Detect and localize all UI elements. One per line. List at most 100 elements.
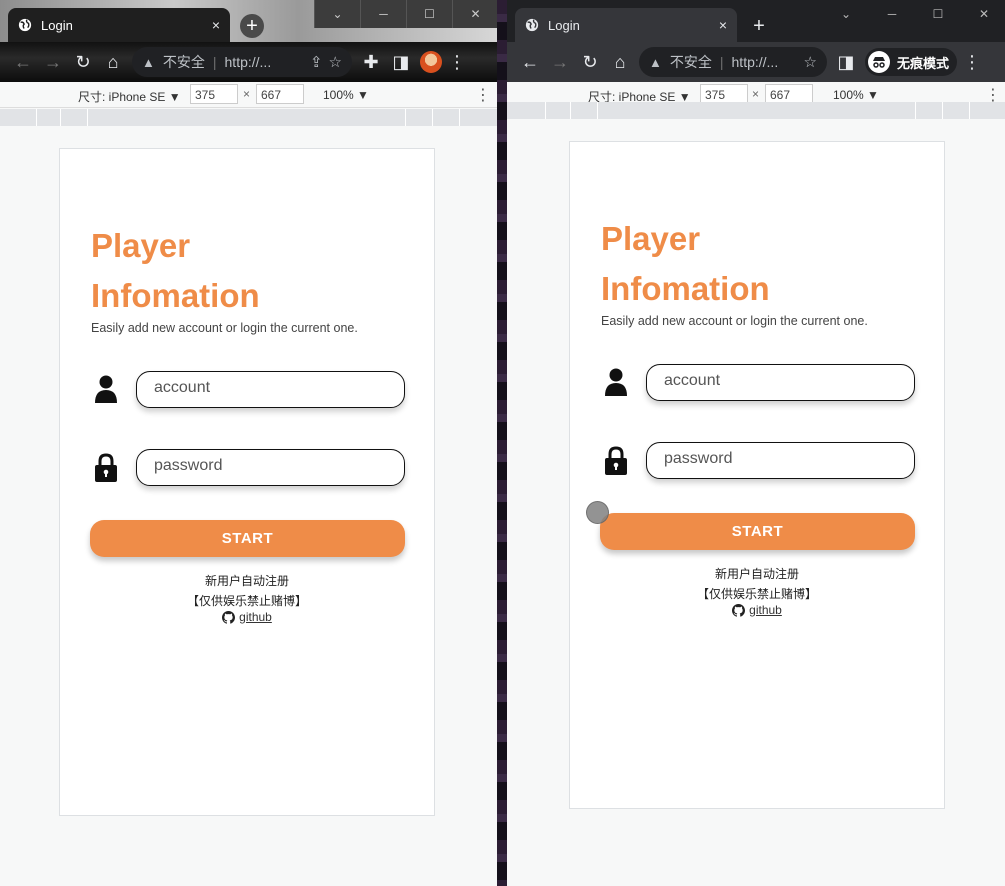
width-input[interactable]: 375 <box>700 84 748 104</box>
warning-icon: ▲ <box>649 54 662 70</box>
bookmark-star-icon[interactable]: ☆ <box>329 53 342 71</box>
title-line-2: Infomation <box>601 270 770 307</box>
device-toolbar: 尺寸: iPhone SE ▼ 375 × 667 100% ▼ ⋮ <box>0 82 497 108</box>
chevron-down-icon[interactable]: ⌄ <box>314 0 360 28</box>
zoom-select[interactable]: 100% ▼ <box>323 88 369 102</box>
times-sign: × <box>243 87 251 101</box>
incognito-badge[interactable]: 无痕模式 <box>865 48 958 76</box>
new-tab-button[interactable]: + <box>747 14 771 38</box>
incognito-label: 无痕模式 <box>897 55 950 71</box>
password-input[interactable]: password <box>646 442 915 479</box>
address-bar[interactable]: ▲ 不安全 | http://... ⇪ ☆ <box>132 47 352 77</box>
device-select[interactable]: 尺寸: iPhone SE ▼ <box>78 88 181 105</box>
browser-tab[interactable]: Login × <box>8 8 230 42</box>
account-input[interactable]: account <box>646 364 915 401</box>
address-bar[interactable]: ▲ 不安全 | http://... ☆ <box>639 47 827 77</box>
times-sign: × <box>752 87 760 101</box>
minimize-icon[interactable]: ─ <box>360 0 406 28</box>
auto-register-text: 新用户自动注册 <box>714 567 799 581</box>
account-input[interactable]: account <box>136 371 405 408</box>
browser-window-left: Login × + ⌄ ─ ☐ ✕ ← → ↻ ⌂ ▲ 不安全 | http:/… <box>0 0 497 886</box>
chevron-down-icon[interactable]: ⌄ <box>823 0 869 28</box>
github-link[interactable]: github <box>239 610 272 624</box>
media-query-ruler[interactable] <box>0 109 497 126</box>
github-icon <box>732 603 746 617</box>
tab-close-icon[interactable]: × <box>212 18 220 32</box>
zoom-select[interactable]: 100% ▼ <box>833 88 879 102</box>
device-viewport: Player Infomation Easily add new account… <box>0 126 497 886</box>
sidepanel-icon[interactable]: ◨ <box>386 47 416 77</box>
url-text: http://... <box>224 54 272 70</box>
password-input[interactable]: password <box>136 449 405 486</box>
user-icon <box>605 368 627 396</box>
login-card: Player Infomation Easily add new account… <box>569 141 945 809</box>
home-icon[interactable]: ⌂ <box>98 47 128 77</box>
forward-icon[interactable]: → <box>38 47 68 77</box>
browser-toolbar: ← → ↻ ⌂ ▲ 不安全 | http://... ☆ ◨ 无痕模式 ⋮ <box>507 42 1005 82</box>
page-subtitle: Easily add new account or login the curr… <box>91 321 358 335</box>
desktop-background-strip <box>497 0 507 886</box>
footer-links: 新用户自动注册 【仅供娱乐禁止赌博】 github <box>60 570 434 627</box>
start-button[interactable]: START <box>90 520 405 557</box>
maximize-icon[interactable]: ☐ <box>915 0 961 28</box>
back-icon[interactable]: ← <box>515 47 545 77</box>
menu-icon[interactable]: ⋮ <box>442 47 472 77</box>
start-button[interactable]: START <box>600 513 915 550</box>
incognito-icon <box>868 51 890 73</box>
warning-icon: ▲ <box>142 54 155 70</box>
reload-icon[interactable]: ↻ <box>68 47 98 77</box>
device-viewport: Player Infomation Easily add new account… <box>507 126 1005 886</box>
separator: | <box>719 54 724 70</box>
touch-cursor-indicator <box>586 501 609 524</box>
close-icon[interactable]: ✕ <box>452 0 497 28</box>
title-line-1: Player <box>601 220 701 257</box>
height-input[interactable]: 667 <box>765 84 813 104</box>
height-input[interactable]: 667 <box>256 84 304 104</box>
separator: | <box>212 54 217 70</box>
sidepanel-icon[interactable]: ◨ <box>831 47 861 77</box>
minimize-icon[interactable]: ─ <box>869 0 915 28</box>
title-bar: Login × + ⌄ ─ ☐ ✕ <box>507 0 1005 42</box>
lock-icon <box>95 453 117 482</box>
auto-register-text: 新用户自动注册 <box>204 574 289 588</box>
media-query-ruler[interactable] <box>507 102 1005 119</box>
share-icon[interactable]: ⇪ <box>310 53 323 71</box>
maximize-icon[interactable]: ☐ <box>406 0 452 28</box>
browser-tab[interactable]: Login × <box>515 8 737 42</box>
new-tab-button[interactable]: + <box>240 14 264 38</box>
globe-icon <box>18 18 32 32</box>
profile-avatar[interactable] <box>420 51 442 73</box>
forward-icon[interactable]: → <box>545 47 575 77</box>
github-link-group: github <box>732 603 782 617</box>
back-icon[interactable]: ← <box>8 47 38 77</box>
github-link[interactable]: github <box>749 603 782 617</box>
page-title: Player Infomation <box>601 214 770 314</box>
title-line-1: Player <box>91 227 191 264</box>
tab-close-icon[interactable]: × <box>719 18 727 32</box>
home-icon[interactable]: ⌂ <box>605 47 635 77</box>
bookmark-star-icon[interactable]: ☆ <box>804 53 817 71</box>
extensions-icon[interactable]: ✚ <box>356 47 386 77</box>
security-label: 不安全 <box>162 54 205 70</box>
globe-icon <box>525 18 539 32</box>
title-line-2: Infomation <box>91 277 260 314</box>
width-input[interactable]: 375 <box>190 84 238 104</box>
device-more-icon[interactable]: ⋮ <box>475 85 491 105</box>
tab-title: Login <box>41 17 73 33</box>
login-card: Player Infomation Easily add new account… <box>59 148 435 816</box>
security-label: 不安全 <box>669 54 712 70</box>
url-text: http://... <box>731 54 779 70</box>
tab-title: Login <box>548 17 580 33</box>
reload-icon[interactable]: ↻ <box>575 47 605 77</box>
window-controls: ⌄ ─ ☐ ✕ <box>314 0 497 28</box>
notice-text: 【仅供娱乐禁止赌博】 <box>696 587 817 601</box>
notice-text: 【仅供娱乐禁止赌博】 <box>186 594 307 608</box>
browser-toolbar: ← → ↻ ⌂ ▲ 不安全 | http://... ⇪ ☆ ✚ ◨ ⋮ <box>0 42 497 82</box>
page-subtitle: Easily add new account or login the curr… <box>601 314 868 328</box>
menu-icon[interactable]: ⋮ <box>957 47 987 77</box>
close-icon[interactable]: ✕ <box>961 0 1005 28</box>
github-icon <box>222 610 236 624</box>
github-link-group: github <box>222 610 272 624</box>
page-title: Player Infomation <box>91 221 260 321</box>
lock-icon <box>605 446 627 475</box>
